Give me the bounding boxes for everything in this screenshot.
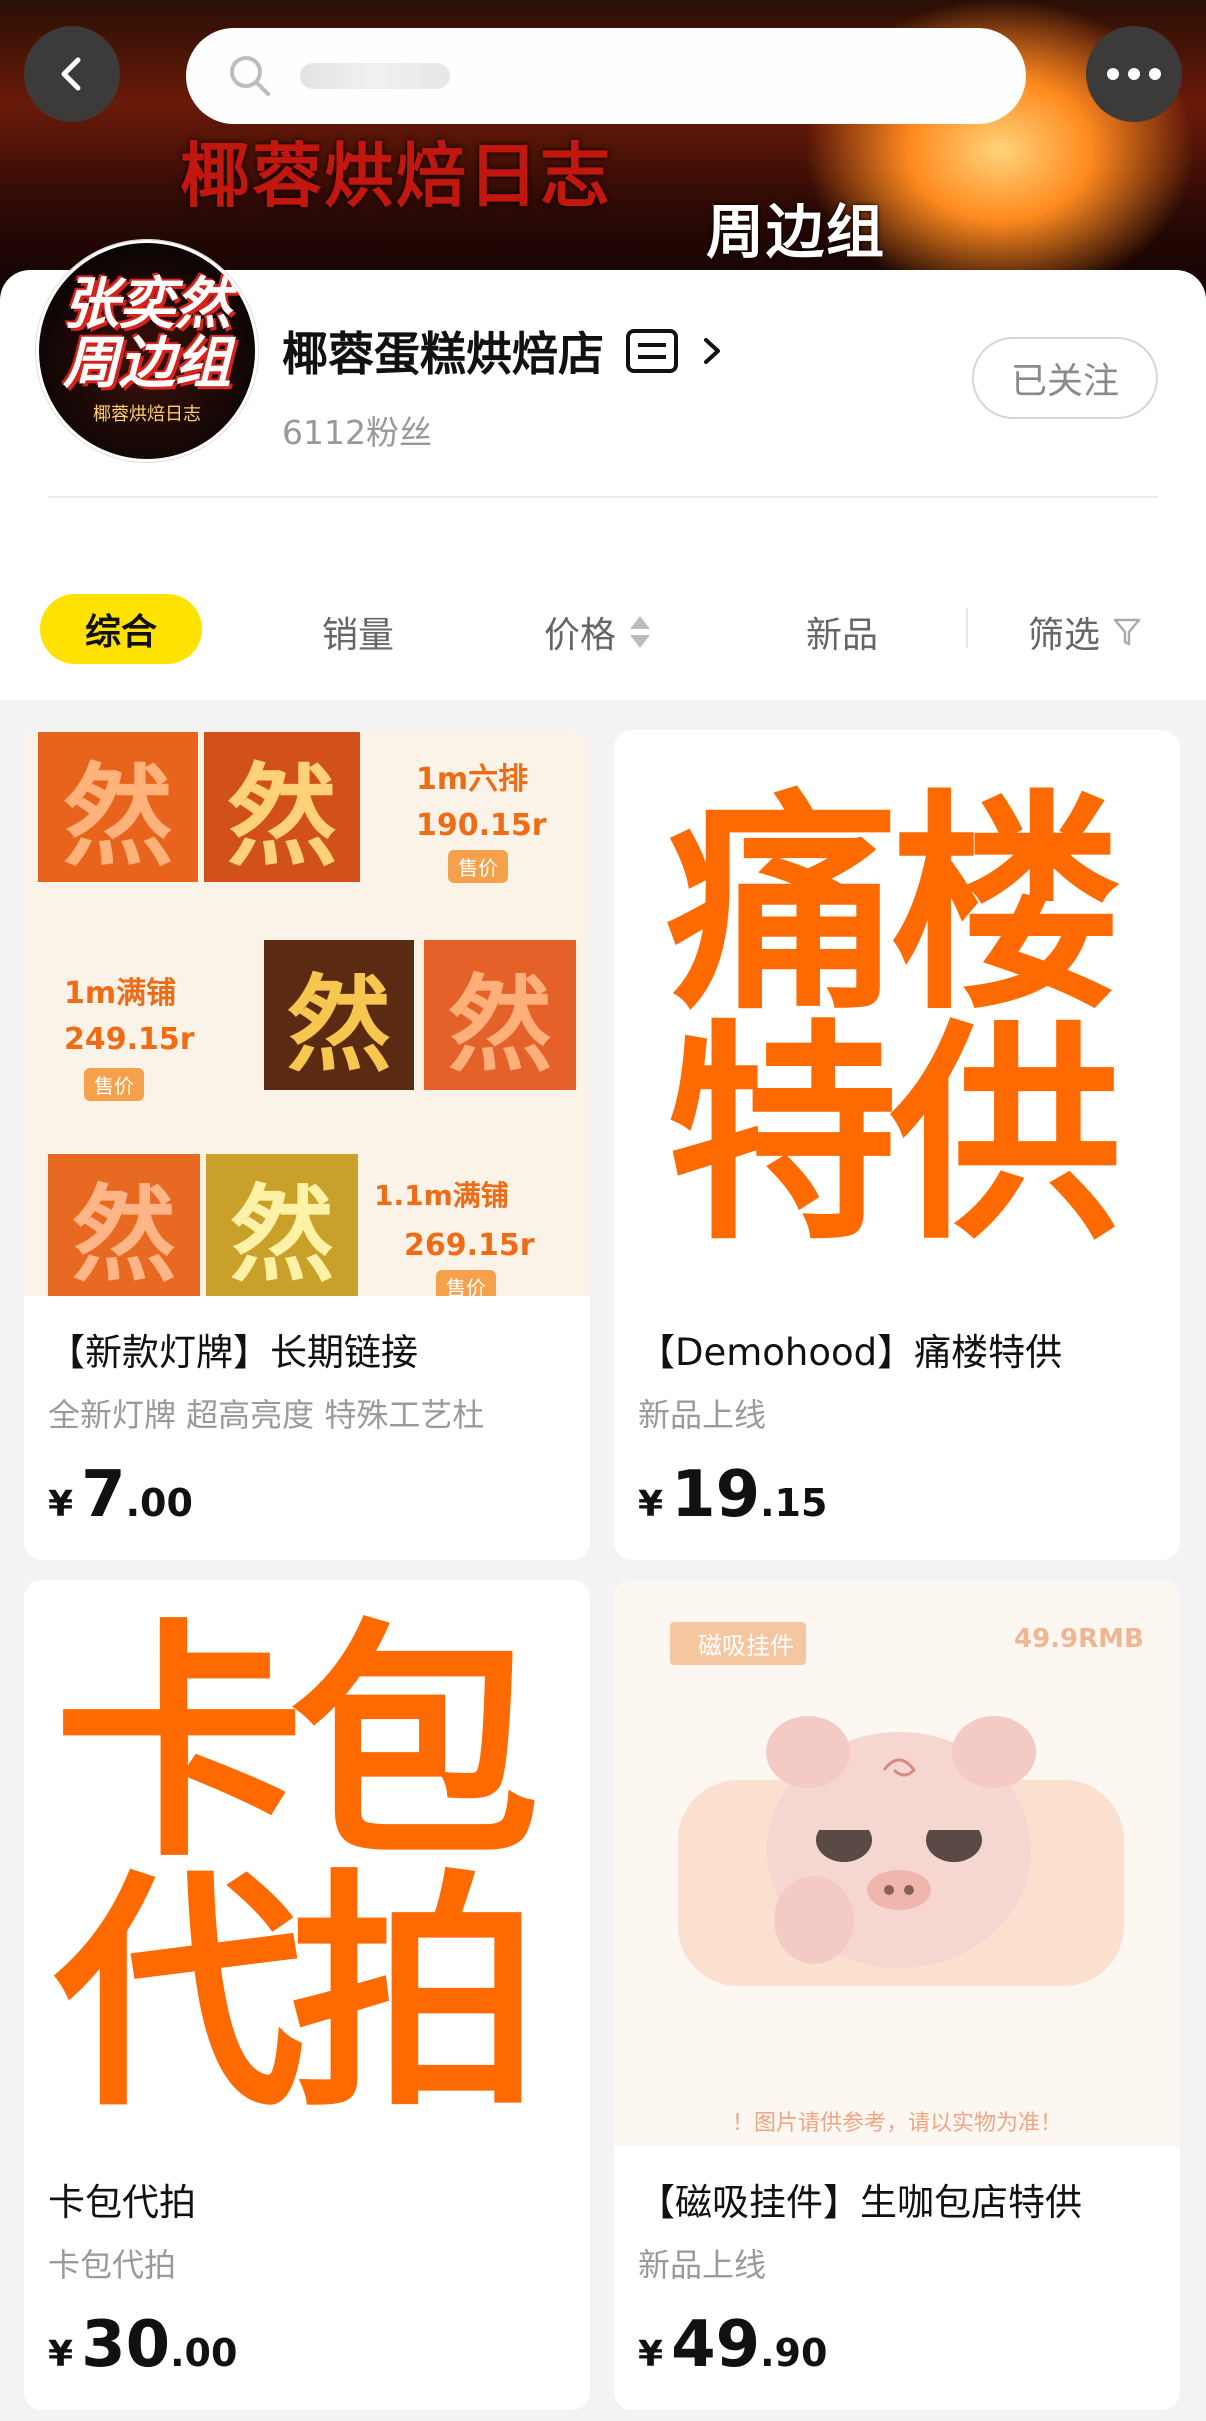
product-title: 【磁吸挂件】生咖包店特供 [638,2181,1082,2224]
sort-bar: 综合 销量 价格 新品 筛选 [0,570,1206,690]
filter-label: 筛选 [1028,615,1101,656]
back-button[interactable] [24,26,120,122]
banner-subtitle: 周边组 [706,198,887,266]
product-subtitle: 新品上线 [638,2246,767,2284]
sort-price-label: 价格 [544,615,617,656]
sort-sales-label: 销量 [322,615,395,656]
search-input[interactable] [186,28,1026,124]
product-subtitle: 卡包代拍 [48,2246,177,2284]
product-image: 然 然 1m六排 190.15r 售价 1m满铺 249.15r 售价 然 然 … [24,730,590,1296]
product-image: 磁吸挂件 49.9RMB ！图片请供参考，请以实物为准！ [614,1580,1180,2146]
product-tag: 磁吸挂件 [670,1622,806,1665]
product-price: ¥ 30 .00 [48,2308,238,2382]
banner-title: 椰蓉烘焙日志 [180,135,612,217]
product-card[interactable]: 磁吸挂件 49.9RMB ！图片请供参考，请以实物为准！ 【磁吸挂件】生咖包店特… [614,1580,1180,2410]
product-price: ¥ 19 .15 [638,1458,828,1532]
sort-sales[interactable]: 销量 [322,606,394,658]
avatar-text-2: 周边组 [63,331,231,396]
product-card[interactable]: 痛楼 特供 【Demohood】痛楼特供 新品上线 ¥ 19 .15 [614,730,1180,1560]
product-price: ¥ 49 .90 [638,2308,828,2382]
product-subtitle: 新品上线 [638,1396,767,1434]
filter-icon [1113,618,1141,646]
search-placeholder-blur [300,63,450,89]
shop-info-icon [626,329,678,373]
sort-price[interactable]: 价格 [544,606,652,658]
product-image-note: ！图片请供参考，请以实物为准！ [731,2111,1062,2136]
sort-new[interactable]: 新品 [806,606,878,658]
avatar-text-1: 张奕然 [63,272,231,338]
more-dots-icon [1107,68,1119,80]
filter-button[interactable]: 筛选 [1028,606,1142,658]
sort-arrows-icon [630,616,651,648]
sort-new-label: 新品 [806,615,879,656]
shop-name-link[interactable]: 椰蓉蛋糕烘焙店 [282,318,724,384]
follow-button[interactable]: 已关注 [972,337,1158,419]
shop-name: 椰蓉蛋糕烘焙店 [282,327,604,381]
product-title: 卡包代拍 [48,2181,196,2224]
chevron-left-icon [61,57,81,91]
product-title: 【新款灯牌】长期链接 [48,1331,418,1374]
product-subtitle: 全新灯牌 超高亮度 特殊工艺杜 [48,1396,485,1434]
divider [48,496,1158,498]
more-button[interactable] [1086,26,1182,122]
fan-count: 6112粉丝 [282,413,432,452]
shop-avatar[interactable]: 张奕然 周边组 椰蓉烘焙日志 [36,240,258,462]
search-icon [230,56,270,96]
chevron-right-icon [704,338,720,364]
product-card[interactable]: 然 然 1m六排 190.15r 售价 1m满铺 249.15r 售价 然 然 … [24,730,590,1560]
avatar-text-3: 椰蓉烘焙日志 [93,403,201,425]
product-price: ¥ 7 .00 [48,1458,193,1532]
product-title: 【Demohood】痛楼特供 [638,1331,1063,1374]
product-image: 痛楼 特供 [614,730,1180,1296]
sort-comprehensive[interactable]: 综合 [40,594,202,664]
product-card[interactable]: 卡包 代拍 卡包代拍 卡包代拍 ¥ 30 .00 [24,1580,590,2410]
pig-plush-icon [766,1716,1036,1968]
product-image: 卡包 代拍 [24,1580,590,2146]
sort-separator [966,608,968,648]
product-image-price: 49.9RMB [1014,1624,1144,1654]
